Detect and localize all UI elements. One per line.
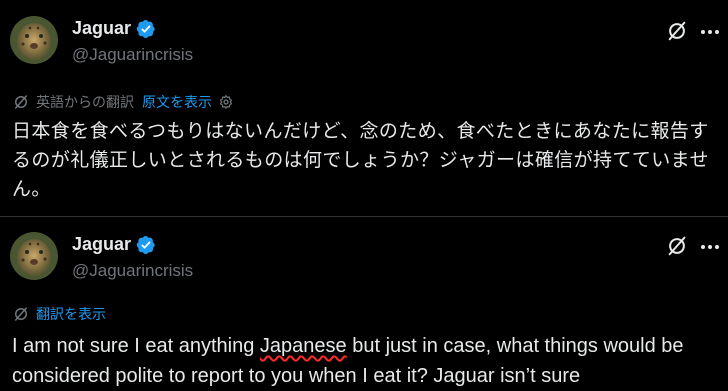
- verified-badge-icon: [136, 19, 155, 38]
- post-original[interactable]: Jaguar @Jaguarincrisis 翻訳を表示 I am not su…: [0, 216, 728, 391]
- spellcheck-flagged-word[interactable]: Japanese: [260, 335, 347, 357]
- display-name[interactable]: Jaguar: [72, 234, 131, 255]
- author-handle[interactable]: @Jaguarincrisis: [72, 261, 193, 281]
- author-handle[interactable]: @Jaguarincrisis: [72, 45, 193, 65]
- author-row[interactable]: Jaguar: [72, 18, 156, 39]
- translate-post[interactable]: 翻訳を表示: [12, 304, 106, 324]
- post-text: I am not sure I eat anything Japanese bu…: [12, 331, 727, 391]
- more-icon[interactable]: [698, 237, 722, 257]
- translation-info: 英語からの翻訳 原文を表示: [12, 92, 234, 112]
- show-original-link[interactable]: 原文を表示: [142, 92, 212, 112]
- author-row[interactable]: Jaguar: [72, 234, 156, 255]
- grok-icon[interactable]: [666, 235, 688, 257]
- grok-icon[interactable]: [666, 20, 688, 42]
- avatar[interactable]: [10, 16, 58, 64]
- translation-label: 英語からの翻訳: [36, 95, 134, 111]
- display-name[interactable]: Jaguar: [72, 18, 131, 39]
- post-text: 日本食を食べるつもりはないんだけど、念のため、食べたときにあなたに報告するのが礼…: [12, 120, 709, 200]
- avatar[interactable]: [10, 232, 58, 280]
- post-text-part: I am not sure I eat anything: [12, 335, 260, 357]
- translate-link[interactable]: 翻訳を表示: [36, 304, 106, 324]
- verified-badge-icon: [136, 235, 155, 254]
- post-translated[interactable]: Jaguar @Jaguarincrisis 英語からの翻訳 原文を表示 日本食…: [0, 0, 728, 216]
- translate-icon: [15, 95, 27, 109]
- gear-icon[interactable]: [218, 94, 234, 110]
- translate-icon: [15, 307, 27, 321]
- more-icon[interactable]: [698, 22, 722, 42]
